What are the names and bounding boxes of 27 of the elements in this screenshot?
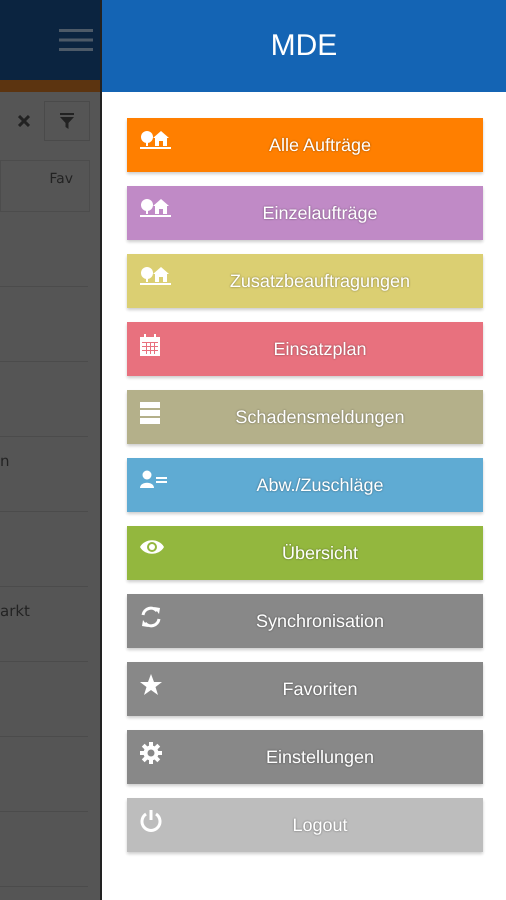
menu-button[interactable]: Einstellungen — [127, 730, 483, 784]
menu-button[interactable]: Logout — [127, 798, 483, 852]
menu-button[interactable]: Synchronisation — [127, 594, 483, 648]
server-icon — [140, 402, 160, 424]
menu-button[interactable]: Schadensmeldungen — [127, 390, 483, 444]
menu-button[interactable]: Abw./Zuschläge — [127, 458, 483, 512]
tree-house-icon — [140, 198, 172, 218]
sync-icon — [140, 606, 162, 628]
filter-icon — [60, 113, 74, 129]
menu-button[interactable]: Einzelaufträge — [127, 186, 483, 240]
menu-button[interactable]: Favoriten — [127, 662, 483, 716]
power-icon — [140, 810, 162, 832]
settings-icon — [140, 742, 162, 764]
menu-button[interactable]: Zusatzbeauftragungen — [127, 254, 483, 308]
menu-button[interactable]: Einsatzplan — [127, 322, 483, 376]
tree-house-icon — [140, 130, 172, 150]
menu-icon[interactable] — [59, 28, 93, 52]
tree-house-icon — [140, 266, 172, 286]
filter-button[interactable] — [44, 101, 90, 141]
menu-button[interactable]: Übersicht — [127, 526, 483, 580]
calendar-icon — [140, 334, 160, 356]
person-list-icon — [140, 470, 168, 488]
eye-icon — [140, 538, 164, 556]
menu-button[interactable]: Alle Aufträge — [127, 118, 483, 172]
close-icon[interactable] — [18, 115, 30, 127]
star-icon — [140, 674, 162, 696]
drawer-title: MDE — [270, 29, 338, 63]
